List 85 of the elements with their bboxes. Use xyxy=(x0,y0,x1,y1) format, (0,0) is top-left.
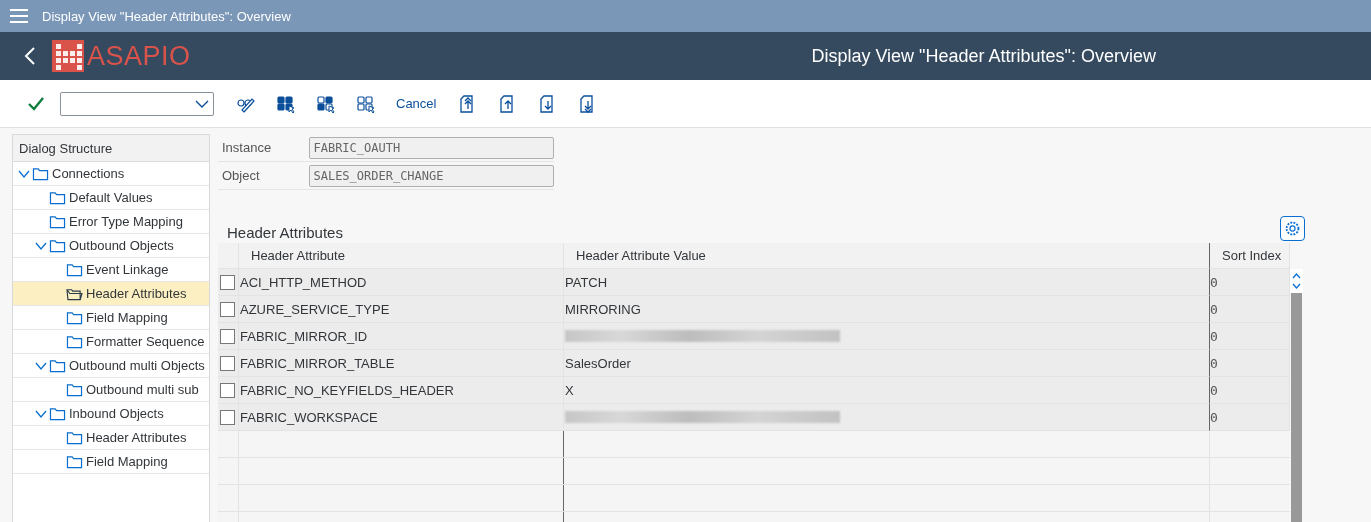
tree-title: Dialog Structure xyxy=(19,140,113,156)
back-icon[interactable] xyxy=(24,47,36,65)
folder-icon xyxy=(66,430,83,445)
table-cell: 0 xyxy=(1210,301,1218,317)
row-checkbox[interactable] xyxy=(220,409,235,425)
table-cell: PATCH xyxy=(565,274,608,290)
table-cell: FABRIC_MIRROR_ID xyxy=(240,328,368,344)
folder-icon xyxy=(49,214,66,229)
chevron-down-icon[interactable] xyxy=(35,360,47,371)
row-checkbox[interactable] xyxy=(220,274,235,290)
table-title: Header Attributes xyxy=(226,224,343,241)
folder-icon xyxy=(66,310,83,325)
table-cell: FABRIC_WORKSPACE xyxy=(240,409,378,425)
table-cell: ACI_HTTP_METHOD xyxy=(240,274,367,290)
folder-icon xyxy=(66,262,83,277)
settings-icon xyxy=(1284,220,1301,237)
folder-icon xyxy=(66,334,83,349)
input-field[interactable]: FABRIC_OAUTH xyxy=(309,136,554,159)
column-header[interactable]: Header Attribute xyxy=(251,248,345,263)
column-header[interactable]: Header Attribute Value xyxy=(576,248,706,263)
chevron-down-icon[interactable] xyxy=(35,240,47,251)
table-cell: 0 xyxy=(1210,274,1218,290)
dropdown-icon[interactable] xyxy=(195,98,209,109)
table-cell: 0 xyxy=(1210,355,1218,371)
tree-item-label: Outbound multi Objects xyxy=(69,358,205,373)
tree-item-label: Inbound Objects xyxy=(69,406,164,421)
row-checkbox[interactable] xyxy=(220,382,235,398)
folder-icon xyxy=(32,166,49,181)
table-cell: 0 xyxy=(1210,409,1218,425)
table-cell: X xyxy=(565,382,574,398)
chevron-down-icon[interactable] xyxy=(18,168,30,179)
tree-item-label: Connections xyxy=(52,166,125,181)
window-title: Display View "Header Attributes": Overview xyxy=(42,8,291,24)
menu-icon[interactable] xyxy=(10,9,28,23)
field-label: Instance xyxy=(221,140,273,155)
tree-item[interactable]: Field Mapping xyxy=(13,306,209,330)
table-cell: 0 xyxy=(1210,382,1218,398)
folder-icon xyxy=(49,190,66,205)
tree-item[interactable]: Error Type Mapping xyxy=(13,210,209,234)
tree-item[interactable]: Connections xyxy=(13,162,209,186)
page-title: Display View "Header Attributes": Overview xyxy=(811,45,1156,67)
table-cell: 0 xyxy=(1210,328,1218,344)
tree-item[interactable]: Outbound multi Objects xyxy=(13,354,209,378)
tree-item[interactable]: Outbound multi sub xyxy=(13,378,209,402)
chevron-down-icon[interactable] xyxy=(35,408,47,419)
tree-item-label: Default Values xyxy=(69,190,153,205)
tree-item[interactable]: Inbound Objects xyxy=(13,402,209,426)
folder-icon xyxy=(49,358,66,373)
tree-item[interactable]: Field Mapping xyxy=(13,450,209,474)
open-folder-icon xyxy=(66,286,83,301)
scroll-up-icon[interactable] xyxy=(1290,269,1303,293)
tree-item-label: Event Linkage xyxy=(86,262,169,277)
scrollbar-thumb[interactable] xyxy=(1291,293,1302,522)
folder-icon xyxy=(49,238,66,253)
tree-item-label: Outbound Objects xyxy=(69,238,174,253)
folder-icon xyxy=(66,382,83,397)
input-field[interactable]: SALES_ORDER_CHANGE xyxy=(309,164,554,187)
tree-item-label: Header Attributes xyxy=(86,286,187,301)
logo-text: ASAPIO xyxy=(87,40,191,72)
tree-item[interactable]: Default Values xyxy=(13,186,209,210)
table-cell: FABRIC_NO_KEYFIELDS_HEADER xyxy=(240,382,454,398)
table-cell: MIRRORING xyxy=(565,301,641,317)
folder-icon xyxy=(49,406,66,421)
table-cell: FABRIC_MIRROR_TABLE xyxy=(240,355,395,371)
tree-item-label: Header Attributes xyxy=(86,430,187,445)
table-cell: AZURE_SERVICE_TYPE xyxy=(240,301,390,317)
tree-item-label: Outbound multi sub xyxy=(86,382,199,397)
tree-item[interactable]: Header Attributes xyxy=(13,426,209,450)
row-checkbox[interactable] xyxy=(220,301,235,317)
command-field[interactable] xyxy=(60,91,214,116)
tree-item-label: Error Type Mapping xyxy=(69,214,183,229)
tree-item[interactable]: Outbound Objects xyxy=(13,234,209,258)
folder-icon xyxy=(66,454,83,469)
tree-item[interactable]: Formatter Sequence xyxy=(13,330,209,354)
logo-icon xyxy=(52,40,84,72)
row-checkbox[interactable] xyxy=(220,355,235,371)
settings-button[interactable] xyxy=(1280,216,1305,241)
tree-item-label: Field Mapping xyxy=(86,454,168,469)
tree-item[interactable]: Header Attributes xyxy=(13,282,209,306)
field-label: Object xyxy=(221,168,261,183)
tree-item-label: Formatter Sequence xyxy=(86,334,205,349)
table-cell: SalesOrder xyxy=(565,355,631,371)
tree-item-label: Field Mapping xyxy=(86,310,168,325)
cancel-button[interactable]: Cancel xyxy=(388,90,445,117)
row-checkbox[interactable] xyxy=(220,328,235,344)
